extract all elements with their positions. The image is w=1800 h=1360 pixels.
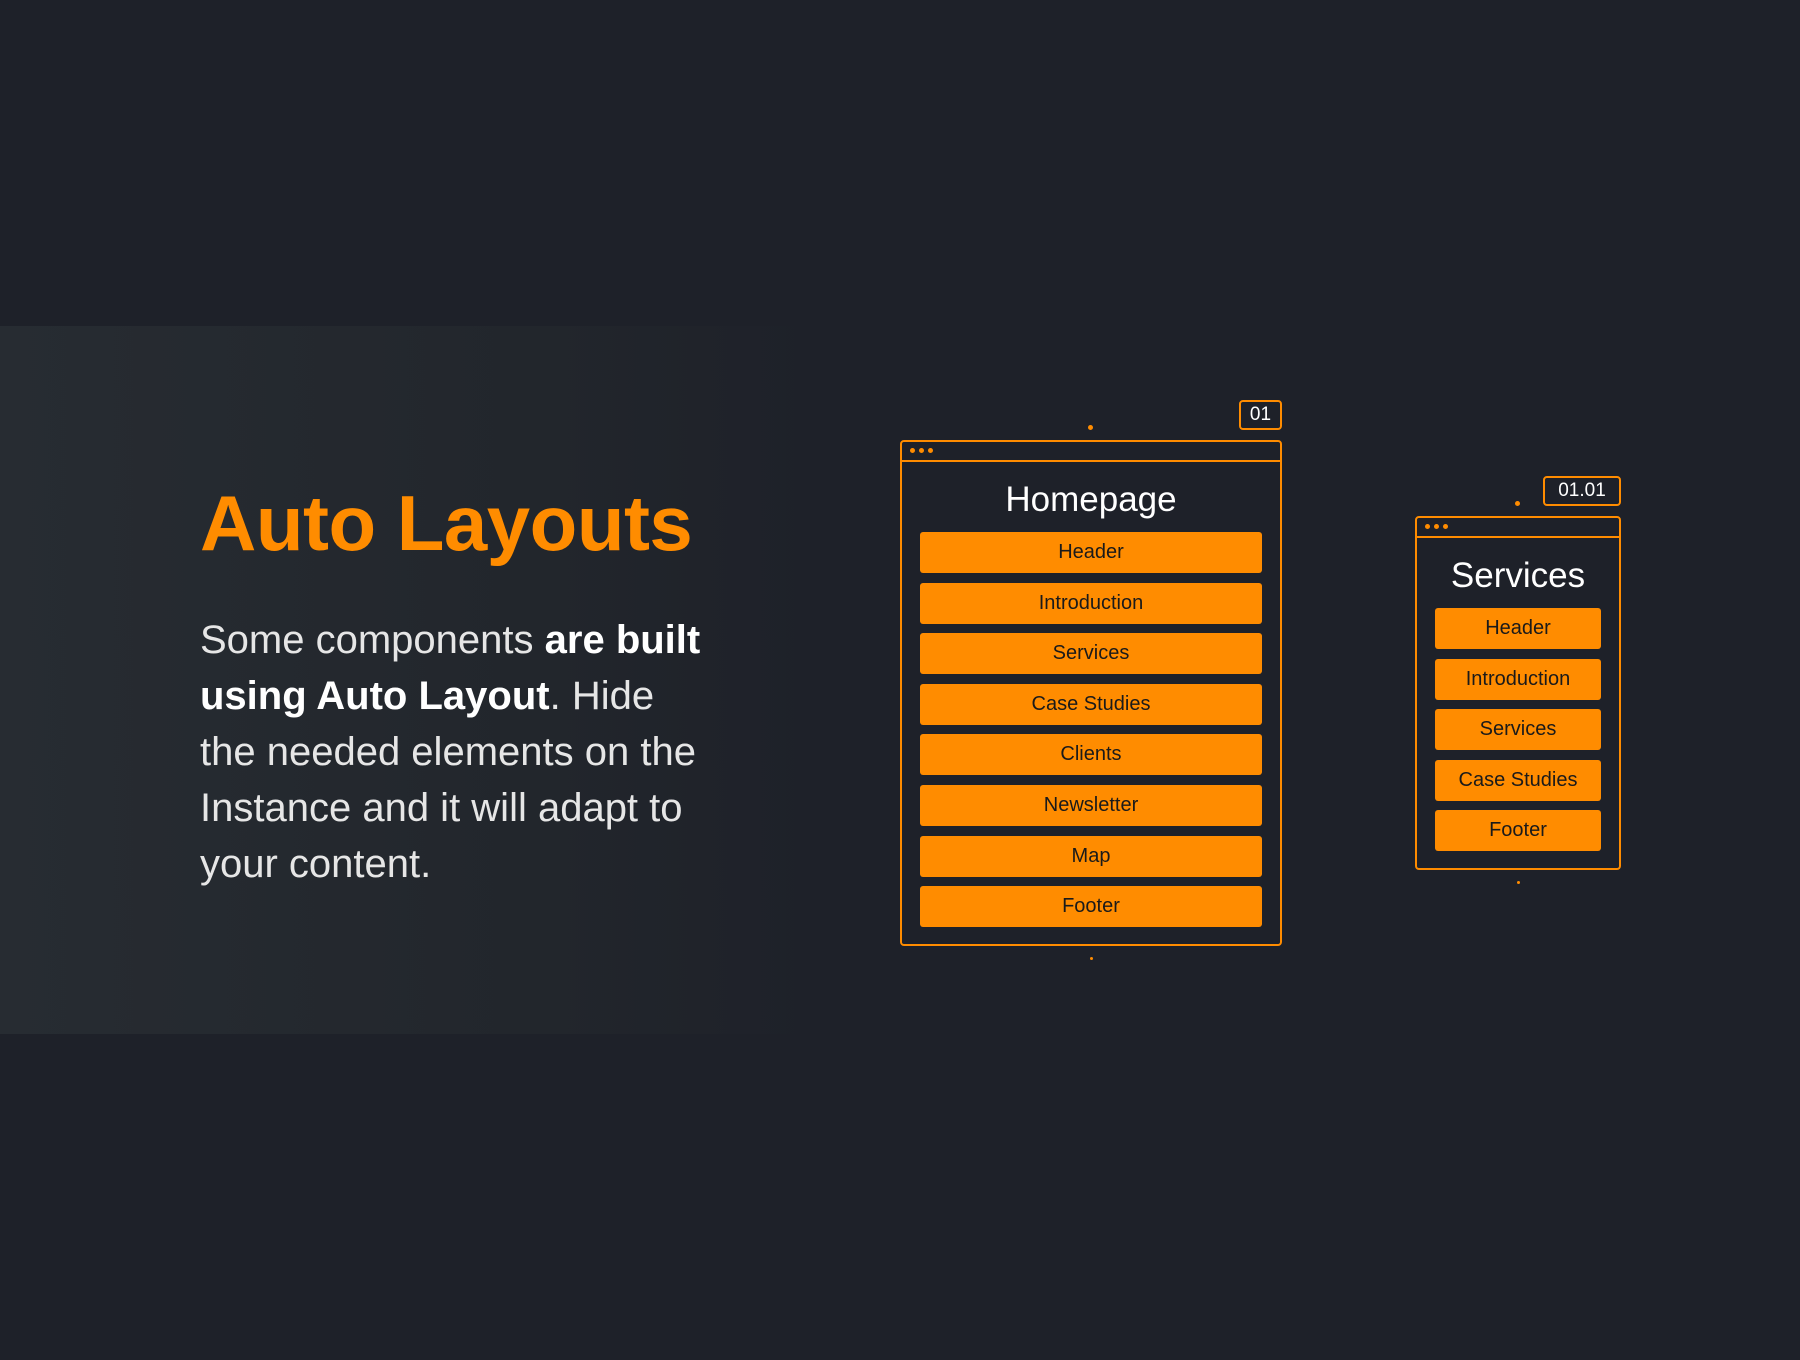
window-dots-icon	[1425, 524, 1448, 529]
section-item-header[interactable]: Header	[920, 532, 1262, 573]
description: Some components are built using Auto Lay…	[200, 612, 720, 892]
frame-homepage[interactable]: Homepage Header Introduction Services Ca…	[900, 440, 1282, 946]
section-item-introduction[interactable]: Introduction	[1435, 658, 1601, 700]
page: Auto Layouts Some components are built u…	[0, 0, 1800, 1360]
section-list-homepage: Header Introduction Services Case Studie…	[920, 532, 1262, 937]
frame-anchor-dot	[1088, 425, 1093, 430]
section-item-case-studies[interactable]: Case Studies	[920, 683, 1262, 725]
frame-badge-services: 01.01	[1543, 476, 1621, 506]
window-dots-icon	[910, 448, 933, 453]
section-item-newsletter[interactable]: Newsletter	[920, 784, 1262, 826]
frame-title-services: Services	[1450, 556, 1586, 595]
section-item-case-studies[interactable]: Case Studies	[1435, 759, 1601, 801]
frame-services[interactable]: Services Header Introduction Services Ca…	[1415, 516, 1621, 870]
description-text-1: Some components	[200, 618, 545, 662]
frame-bottom-dot	[1517, 881, 1520, 884]
frame-badge-homepage: 01	[1239, 400, 1282, 430]
section-list-services: Header Introduction Services Case Studie…	[1435, 608, 1601, 861]
frame-anchor-dot	[1515, 501, 1520, 506]
section-item-map[interactable]: Map	[920, 835, 1262, 877]
frame-bottom-dot	[1090, 957, 1093, 960]
section-item-footer[interactable]: Footer	[920, 886, 1262, 928]
section-item-services[interactable]: Services	[920, 633, 1262, 675]
section-item-footer[interactable]: Footer	[1435, 810, 1601, 852]
frame-title-homepage: Homepage	[1005, 480, 1177, 519]
section-item-services[interactable]: Services	[1435, 709, 1601, 751]
section-item-clients[interactable]: Clients	[920, 734, 1262, 776]
section-item-introduction[interactable]: Introduction	[920, 582, 1262, 624]
section-item-header[interactable]: Header	[1435, 608, 1601, 649]
page-title: Auto Layouts	[200, 479, 693, 567]
frame-toolbar	[902, 442, 1280, 462]
frame-toolbar	[1417, 518, 1619, 538]
